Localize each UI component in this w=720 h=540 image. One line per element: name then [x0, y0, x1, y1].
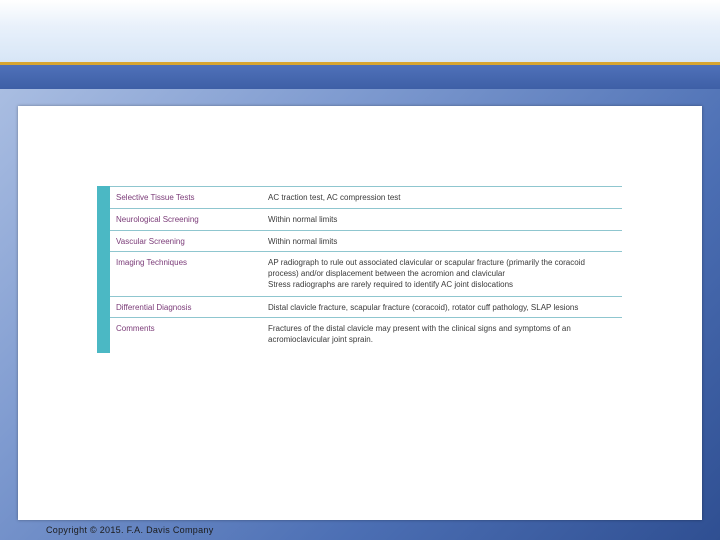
- row-value: AC traction test, AC compression test: [268, 187, 622, 203]
- table-row: Neurological Screening Within normal lim…: [110, 208, 622, 230]
- row-label: Selective Tissue Tests: [116, 193, 195, 202]
- row-value-line: acromioclavicular joint sprain.: [268, 335, 373, 344]
- row-value-note: Stress radiographs are rarely required t…: [268, 280, 514, 289]
- table-rows: Selective Tissue Tests AC traction test,…: [110, 186, 622, 352]
- row-value-line: Fractures of the distal clavicle may pre…: [268, 324, 571, 333]
- row-label: Comments: [116, 324, 155, 333]
- row-label: Imaging Techniques: [116, 258, 188, 267]
- table-row: Vascular Screening Within normal limits: [110, 230, 622, 251]
- row-value-line: Distal clavicle fracture, scapular fract…: [268, 303, 579, 312]
- row-value-line: process) and/or displacement between the…: [268, 269, 506, 278]
- row-value-line: AP radiograph to rule out associated cla…: [268, 258, 585, 267]
- row-value-line: Within normal limits: [268, 237, 338, 246]
- header-band: [0, 0, 720, 64]
- row-value-line: Within normal limits: [268, 215, 338, 224]
- table-accent-strip: [97, 186, 110, 353]
- table-row: Imaging Techniques AP radiograph to rule…: [110, 251, 622, 296]
- row-label: Differential Diagnosis: [116, 303, 192, 312]
- row-label: Vascular Screening: [116, 237, 185, 246]
- row-value: Distal clavicle fracture, scapular fract…: [268, 297, 622, 313]
- table-row: Comments Fractures of the distal clavicl…: [110, 317, 622, 352]
- row-value: AP radiograph to rule out associated cla…: [268, 252, 622, 290]
- row-label: Neurological Screening: [116, 215, 199, 224]
- table-row: Selective Tissue Tests AC traction test,…: [110, 186, 622, 208]
- row-value: Within normal limits: [268, 231, 622, 247]
- table-row: Differential Diagnosis Distal clavicle f…: [110, 296, 622, 317]
- row-value: Fractures of the distal clavicle may pre…: [268, 318, 622, 345]
- header-blue-bar: [0, 65, 720, 89]
- clinical-table: Selective Tissue Tests AC traction test,…: [97, 186, 622, 353]
- copyright-notice: Copyright © 2015. F.A. Davis Company: [46, 525, 214, 535]
- row-value: Within normal limits: [268, 209, 622, 225]
- row-value-line: AC traction test, AC compression test: [268, 193, 401, 202]
